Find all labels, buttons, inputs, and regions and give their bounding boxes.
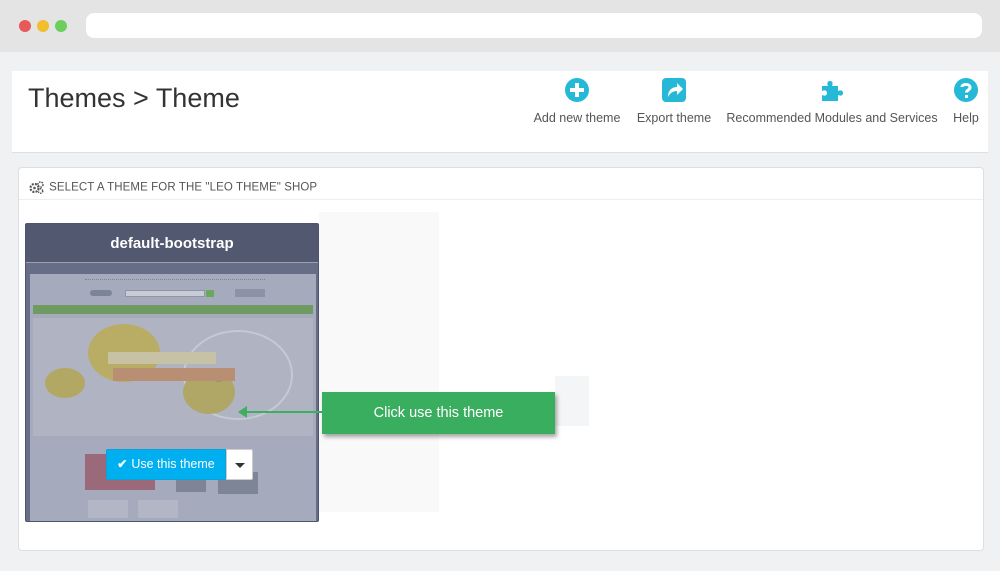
add-new-theme-label: Add new theme	[533, 111, 621, 125]
puzzle-icon	[822, 81, 843, 101]
check-icon: ✔	[117, 457, 128, 472]
preview-top-bar	[85, 279, 265, 283]
export-theme-label: Export theme	[636, 111, 712, 125]
annotation-arrow-icon	[238, 406, 247, 418]
panel-heading-text: SELECT A THEME FOR THE "LEO THEME" SHOP	[49, 181, 318, 194]
preview-product	[138, 500, 178, 518]
recommended-modules-label: Recommended Modules and Services	[726, 111, 938, 125]
help-label: Help	[953, 111, 979, 125]
theme-selection-panel: SELECT A THEME FOR THE "LEO THEME" SHOP …	[18, 167, 984, 551]
preview-hero-banner	[33, 318, 313, 436]
caret-down-icon	[235, 463, 245, 468]
browser-chrome	[0, 0, 1000, 52]
annotation-arrow-line	[245, 411, 322, 413]
add-new-theme-button[interactable]: Add new theme	[531, 77, 623, 133]
theme-preview-thumbnail	[30, 274, 316, 521]
theme-options-dropdown-toggle[interactable]	[226, 449, 253, 480]
preview-lemon-shape	[45, 368, 85, 398]
theme-card-default-bootstrap[interactable]: default-bootstrap ✔ Use this theme	[25, 223, 319, 522]
address-bar[interactable]	[86, 13, 982, 38]
preview-nav-bar	[33, 305, 313, 314]
theme-placeholder	[319, 212, 439, 512]
cogs-icon	[29, 181, 44, 194]
page-header: Themes > Theme Add new theme Export them…	[12, 71, 988, 153]
annotation-callout: Click use this theme	[322, 392, 555, 434]
maximize-window-button[interactable]	[55, 20, 67, 32]
preview-product	[88, 500, 128, 518]
preview-cart	[235, 289, 265, 297]
preview-tagline	[108, 352, 216, 364]
panel-heading: SELECT A THEME FOR THE "LEO THEME" SHOP	[19, 168, 983, 200]
preview-tagline	[113, 368, 235, 381]
question-circle-icon	[954, 78, 978, 102]
preview-search-box	[125, 290, 205, 297]
theme-name: default-bootstrap	[110, 235, 234, 252]
use-this-theme-label: Use this theme	[131, 457, 215, 471]
minimize-window-button[interactable]	[37, 20, 49, 32]
share-icon	[662, 78, 686, 102]
help-button[interactable]: Help	[949, 77, 983, 133]
export-theme-button[interactable]: Export theme	[634, 77, 714, 133]
preview-logo	[90, 290, 112, 296]
close-window-button[interactable]	[19, 20, 31, 32]
use-this-theme-button[interactable]: ✔ Use this theme	[106, 449, 226, 480]
page-title: Themes > Theme	[28, 83, 240, 113]
recommended-modules-button[interactable]: Recommended Modules and Services	[725, 77, 939, 133]
theme-card-header: default-bootstrap	[26, 224, 318, 263]
callout-shadow	[555, 376, 589, 426]
plus-circle-icon	[565, 78, 589, 102]
preview-search-button	[206, 290, 214, 297]
